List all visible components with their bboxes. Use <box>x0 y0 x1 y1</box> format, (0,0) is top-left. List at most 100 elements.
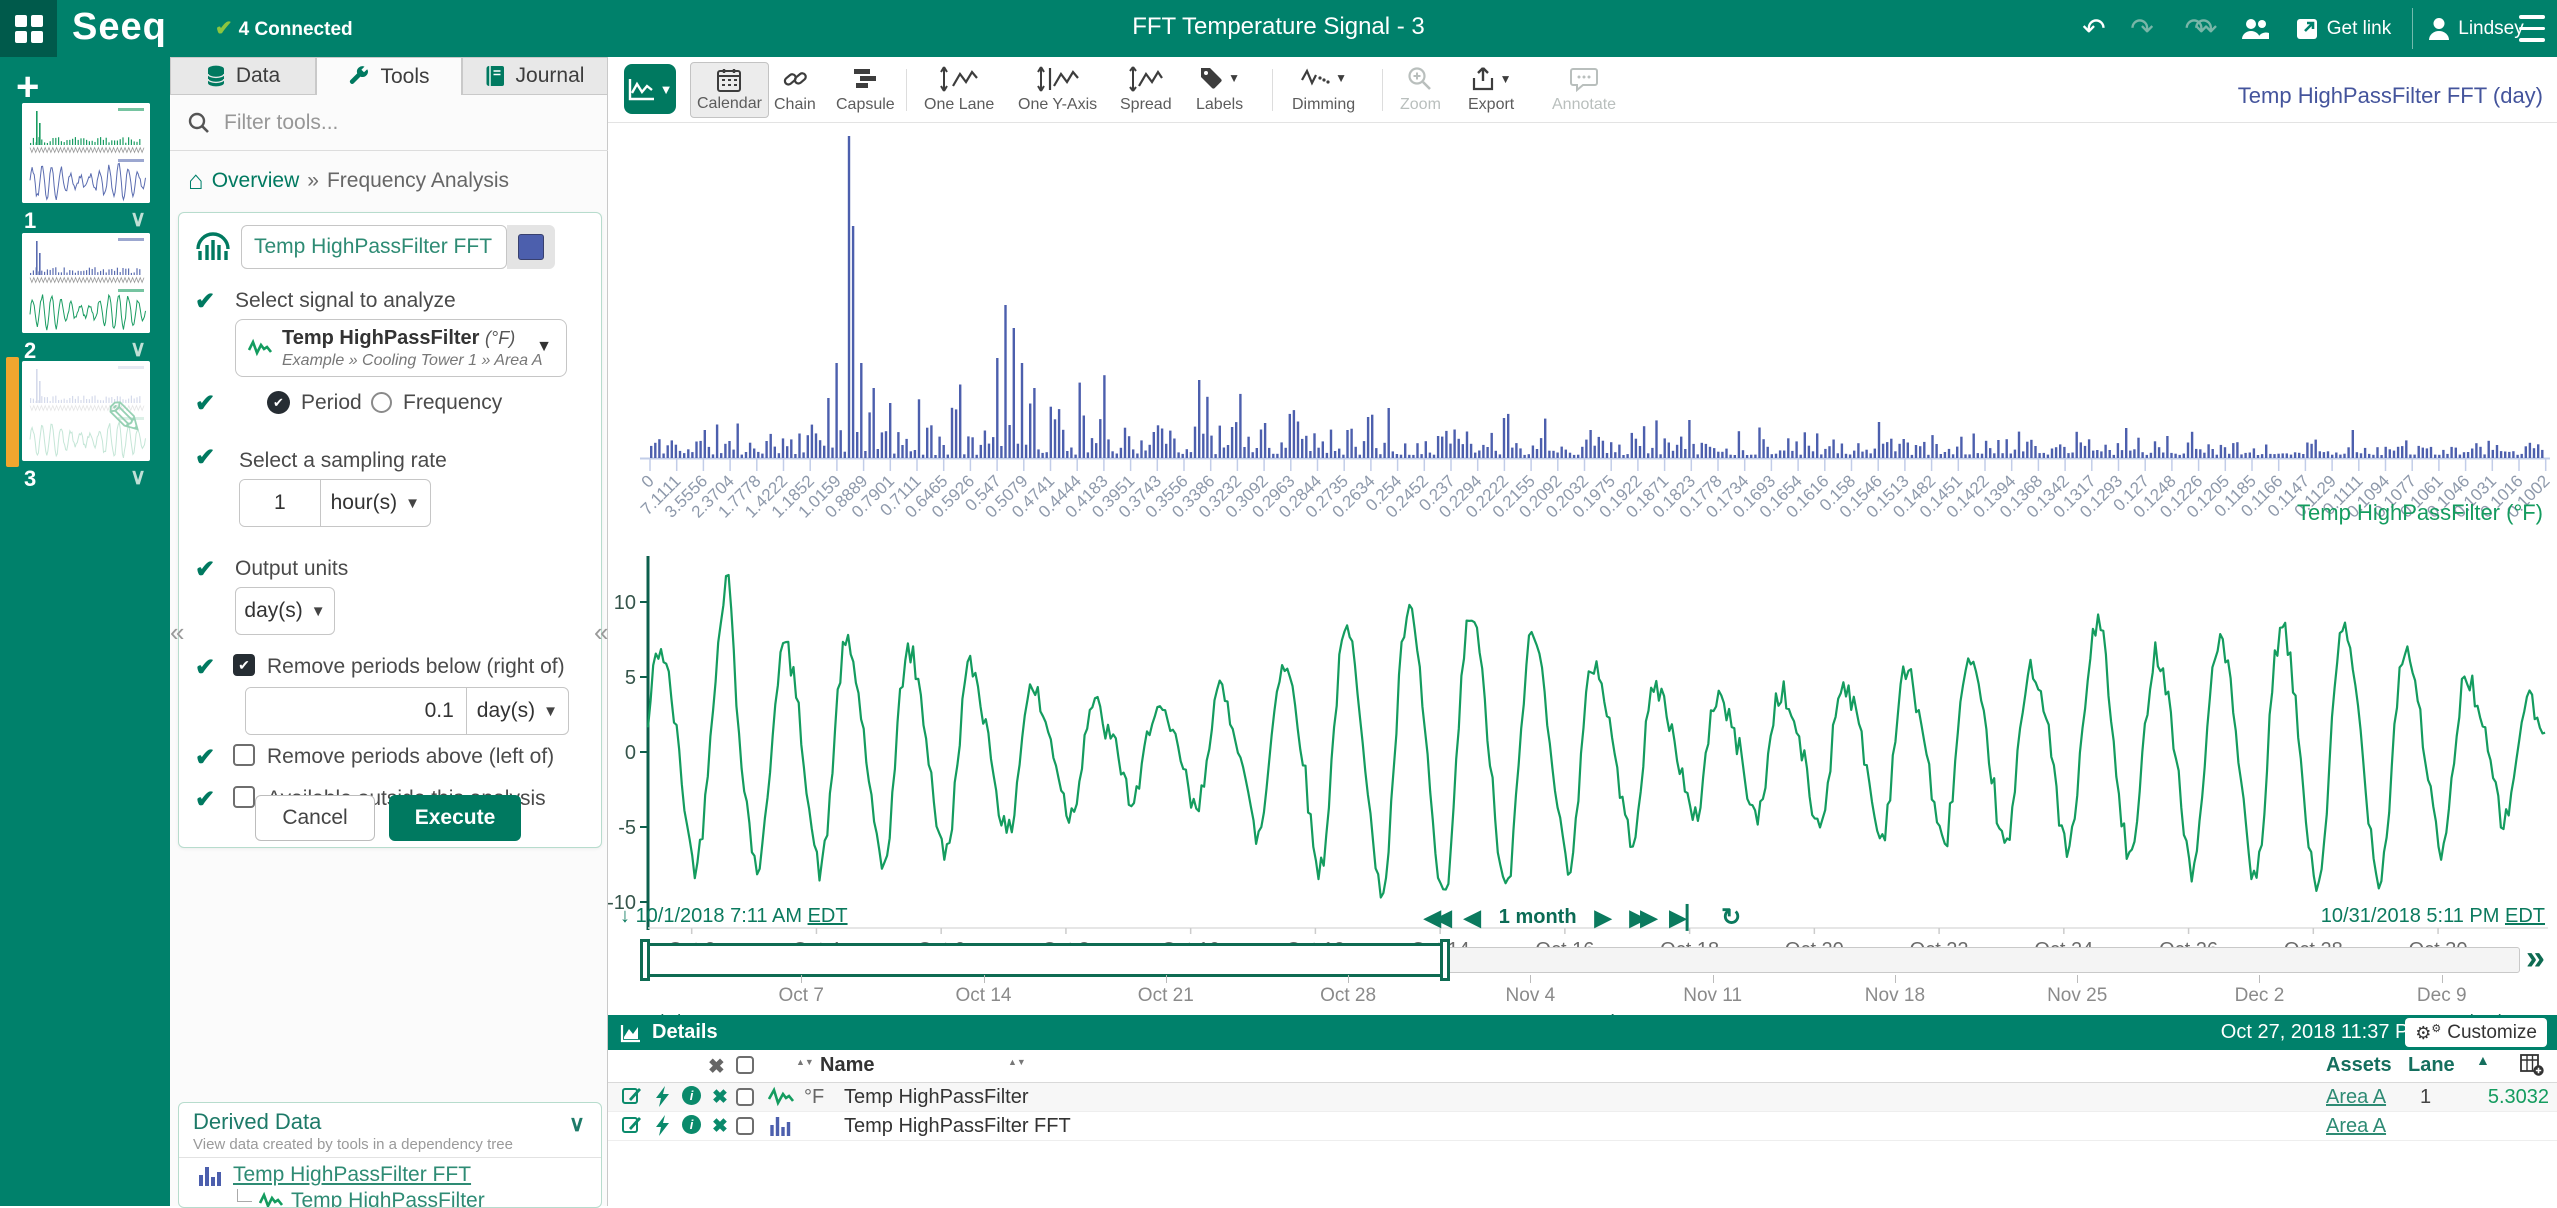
row-asset-link[interactable]: Area A <box>2326 1115 2386 1138</box>
home-icon[interactable]: ⌂ <box>188 165 204 196</box>
worksheet-thumbnail-3[interactable]: ✎ <box>22 361 150 461</box>
tab-data[interactable]: Data <box>170 57 316 95</box>
assets-column-header[interactable]: Assets <box>2326 1054 2392 1077</box>
available-outside-checkbox[interactable] <box>233 786 255 808</box>
remove-all-icon[interactable]: ✖ <box>708 1054 725 1079</box>
derived-signal-link[interactable]: Temp HighPassFilter <box>291 1189 485 1208</box>
toolbar-one-y-axis-button[interactable]: One Y-Axis <box>1012 62 1103 118</box>
row-name: Temp HighPassFilter <box>844 1086 1029 1109</box>
worksheet-thumbnail-2[interactable] <box>22 233 150 333</box>
refresh-icon[interactable]: ↻ <box>1721 903 1741 932</box>
collapse-chevron-icon[interactable]: ∨ <box>569 1111 585 1137</box>
undo-button[interactable]: ↶ <box>2072 0 2116 57</box>
details-row-signal[interactable]: i ✖ °F Temp HighPassFilter Area A 1 5.30… <box>608 1083 2557 1112</box>
remove-below-input[interactable] <box>246 688 466 734</box>
toolbar-chain-button[interactable]: Chain <box>768 62 822 118</box>
frequency-radio[interactable] <box>371 392 392 413</box>
info-icon[interactable]: i <box>682 1115 701 1134</box>
toolbar-spread-button[interactable]: Spread <box>1114 62 1178 118</box>
bolt-icon[interactable] <box>656 1086 670 1107</box>
fft-result-icon <box>199 1165 223 1187</box>
sampling-rate-unit-dropdown[interactable]: hour(s)▼ <box>320 480 430 526</box>
remove-below-unit-dropdown[interactable]: day(s)▼ <box>466 688 568 734</box>
add-column-icon[interactable] <box>2520 1054 2544 1076</box>
remove-icon[interactable]: ✖ <box>712 1115 728 1138</box>
execute-button[interactable]: Execute <box>389 795 521 841</box>
details-row-fft[interactable]: i ✖ Temp HighPassFilter FFT Area A <box>608 1112 2557 1141</box>
sort-icon[interactable]: ▲▼ <box>1008 1058 1026 1066</box>
toolbar-one-lane-button[interactable]: One Lane <box>918 62 1000 118</box>
toolbar-calendar-button[interactable]: Calendar <box>690 62 769 118</box>
row-asset-link[interactable]: Area A <box>2326 1086 2386 1109</box>
export-icon <box>1471 66 1495 92</box>
edit-icon[interactable] <box>622 1115 642 1135</box>
tab-tools[interactable]: Tools <box>316 57 462 95</box>
remove-icon[interactable]: ✖ <box>712 1086 728 1109</box>
toolbar-export-button[interactable]: ▼ Export <box>1462 62 1520 118</box>
view-selector-button[interactable]: ▼ <box>624 64 676 114</box>
name-column-header[interactable]: Name <box>820 1054 874 1077</box>
sampling-rate-input[interactable] <box>240 480 320 526</box>
edit-icon[interactable] <box>622 1086 642 1106</box>
cancel-button[interactable]: Cancel <box>255 795 375 841</box>
auto-update-button[interactable]: » <box>2526 941 2545 975</box>
signal-select[interactable]: Temp HighPassFilter (°F) Example » Cooli… <box>235 319 567 377</box>
step-forward-many-button[interactable]: ▶▶ <box>1629 905 1651 931</box>
toolbar-labels-button[interactable]: ▼ Labels <box>1190 62 1249 118</box>
users-icon[interactable] <box>2232 0 2278 57</box>
select-all-checkbox[interactable] <box>736 1056 754 1074</box>
sort-asc-icon[interactable]: ▲ <box>2476 1052 2490 1068</box>
redo-all-icon[interactable]: ↷↷ <box>2168 0 2220 57</box>
fft-tool-icon <box>195 227 231 263</box>
display-range-end[interactable]: 10/31/2018 5:11 PM EDT <box>2321 905 2545 928</box>
details-title: Details <box>652 1021 718 1044</box>
collapse-sidebar-arrow[interactable]: « <box>170 617 184 648</box>
timezone-link[interactable]: EDT <box>2505 905 2545 927</box>
color-swatch-button[interactable] <box>507 225 555 269</box>
breadcrumb-overview-link[interactable]: Overview <box>212 169 300 193</box>
collapse-panel-arrow[interactable]: « <box>594 617 608 648</box>
lane-column-header[interactable]: Lane <box>2408 1054 2455 1077</box>
step-forward-button[interactable]: ▶ <box>1595 905 1612 931</box>
fft-chart[interactable]: 07.11113.55562.37041.77781.42221.18521.0… <box>620 128 2557 540</box>
slider-tick-label: Nov 25 <box>2047 985 2107 1007</box>
filter-tools-input[interactable] <box>222 110 556 136</box>
breadcrumb-separator: » <box>307 169 319 193</box>
step-to-end-button[interactable]: ▶▏ <box>1669 905 1703 931</box>
worksheet-thumbnail-1[interactable] <box>22 103 150 203</box>
range-end-handle[interactable] <box>1440 939 1450 981</box>
toolbar-capsule-button[interactable]: Capsule <box>830 62 901 118</box>
customize-button[interactable]: ⚙⚙ Customize <box>2405 1018 2547 1047</box>
worksheet-menu-chevron[interactable]: ∨ <box>130 208 146 230</box>
step-back-many-button[interactable]: ◀◀ <box>1424 905 1446 931</box>
remove-above-checkbox[interactable] <box>233 744 255 766</box>
details-icon <box>620 1023 642 1043</box>
search-icon <box>188 112 210 134</box>
timezone-link[interactable]: EDT <box>808 905 848 927</box>
redo-button[interactable]: ↷ <box>2120 0 2164 57</box>
worksheet-menu-chevron[interactable]: ∨ <box>130 466 146 488</box>
dimming-icon <box>1300 66 1330 90</box>
period-radio[interactable]: ✔ <box>267 391 290 414</box>
info-icon[interactable]: i <box>682 1086 701 1105</box>
remove-below-checkbox[interactable]: ✔ <box>233 654 255 676</box>
display-range-start[interactable]: ↓ 10/1/2018 7:11 AM EDT <box>620 905 848 928</box>
range-start-handle[interactable] <box>640 939 650 981</box>
step-size-label[interactable]: 1 month <box>1499 906 1577 929</box>
output-units-dropdown[interactable]: day(s)▼ <box>235 587 335 635</box>
row-checkbox[interactable] <box>736 1088 754 1106</box>
row-checkbox[interactable] <box>736 1117 754 1135</box>
tool-name-input[interactable] <box>241 225 507 269</box>
step-back-button[interactable]: ◀ <box>1464 905 1481 931</box>
toolbar-dimming-button[interactable]: ▼ Dimming <box>1286 62 1361 118</box>
bolt-icon[interactable] <box>656 1115 670 1136</box>
get-link-button[interactable]: Get link <box>2288 0 2398 57</box>
add-worksheet-button[interactable]: + <box>16 69 39 105</box>
time-range-selected-region[interactable] <box>645 943 1445 977</box>
hamburger-menu-button[interactable] <box>2510 0 2554 57</box>
slider-tick-label: Oct 21 <box>1138 985 1194 1007</box>
sort-icon[interactable]: ▲▼ <box>796 1058 814 1066</box>
worksheet-menu-chevron[interactable]: ∨ <box>130 338 146 360</box>
tab-journal[interactable]: Journal <box>462 57 608 95</box>
derived-fft-link[interactable]: Temp HighPassFilter FFT <box>233 1163 471 1187</box>
